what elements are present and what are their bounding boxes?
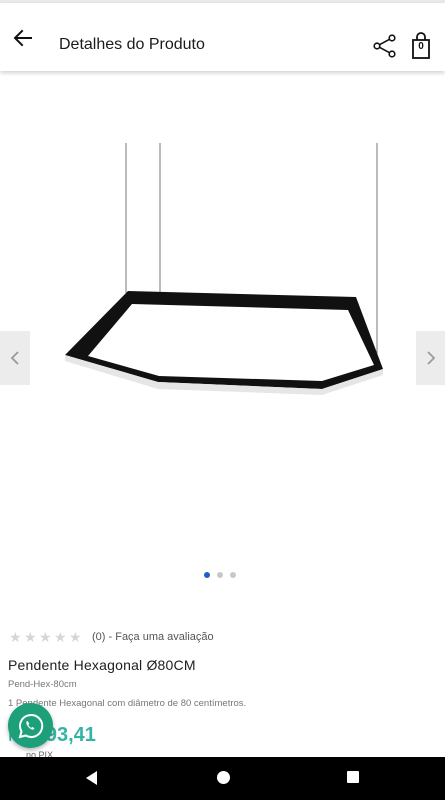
gallery-next-button[interactable] <box>416 331 445 385</box>
system-nav-bar <box>0 757 445 800</box>
cart-button[interactable]: 0 <box>408 32 434 60</box>
product-name: Pendente Hexagonal Ø80CM <box>8 657 196 673</box>
product-image <box>65 143 383 395</box>
back-arrow-icon <box>13 29 32 47</box>
star-icon: ★ <box>9 629 22 645</box>
whatsapp-icon <box>18 713 43 738</box>
star-icon: ★ <box>24 629 37 645</box>
page-title: Detalhes do Produto <box>59 36 205 53</box>
share-icon <box>373 34 396 58</box>
chevron-right-icon <box>427 351 436 365</box>
product-sku: Pend-Hex-80cm <box>8 679 77 690</box>
back-button[interactable] <box>8 23 38 53</box>
gallery-dots <box>204 572 236 578</box>
rating-stars: ★ ★ ★ ★ ★ <box>9 630 83 644</box>
whatsapp-button[interactable] <box>8 703 53 748</box>
cart-count-badge: 0 <box>418 41 424 52</box>
rating-link[interactable]: (0) - Faça uma avaliação <box>92 631 214 643</box>
star-icon: ★ <box>39 629 52 645</box>
nav-home-icon[interactable] <box>217 771 230 784</box>
gallery-dot[interactable] <box>217 572 223 578</box>
gallery-prev-button[interactable] <box>0 331 30 385</box>
star-icon: ★ <box>69 629 82 645</box>
share-button[interactable] <box>372 33 398 59</box>
nav-recents-icon[interactable] <box>347 771 359 783</box>
app-bar: Detalhes do Produto 0 <box>0 3 445 71</box>
nav-back-icon[interactable] <box>84 770 100 786</box>
gallery-dot[interactable] <box>230 572 236 578</box>
star-icon: ★ <box>54 629 67 645</box>
chevron-left-icon <box>10 351 19 365</box>
gallery-dot-active[interactable] <box>204 572 210 578</box>
product-gallery[interactable] <box>0 71 445 601</box>
rating-row[interactable]: ★ ★ ★ ★ ★ (0) - Faça uma avaliação <box>9 630 214 644</box>
